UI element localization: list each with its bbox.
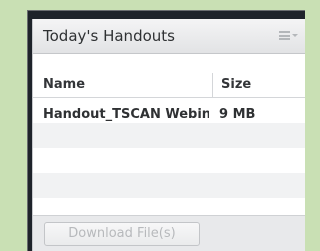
file-list: Handout_TSCAN Webinar 9 MB xyxy=(33,98,305,215)
empty-row xyxy=(33,123,305,148)
file-name: Handout_TSCAN Webinar xyxy=(43,107,209,122)
column-header-size[interactable]: Size xyxy=(221,77,251,92)
pod-header: Today's Handouts xyxy=(33,19,305,54)
empty-row xyxy=(33,198,305,215)
column-divider[interactable] xyxy=(212,73,213,97)
handouts-pod: Today's Handouts Name Size Handout_TSCAN… xyxy=(32,19,305,251)
column-header-name[interactable]: Name xyxy=(43,77,85,92)
table-header: Name Size xyxy=(33,54,305,98)
download-files-button[interactable]: Download File(s) xyxy=(44,222,200,246)
table-row[interactable]: Handout_TSCAN Webinar 9 MB xyxy=(33,98,305,123)
menu-lines xyxy=(279,31,290,40)
pod-title: Today's Handouts xyxy=(43,27,175,45)
empty-row xyxy=(33,173,305,198)
file-size: 9 MB xyxy=(219,107,256,122)
empty-row xyxy=(33,148,305,173)
pod-footer: Download File(s) xyxy=(33,215,305,251)
chevron-down-icon xyxy=(292,34,298,37)
hamburger-menu-icon[interactable] xyxy=(279,30,298,42)
